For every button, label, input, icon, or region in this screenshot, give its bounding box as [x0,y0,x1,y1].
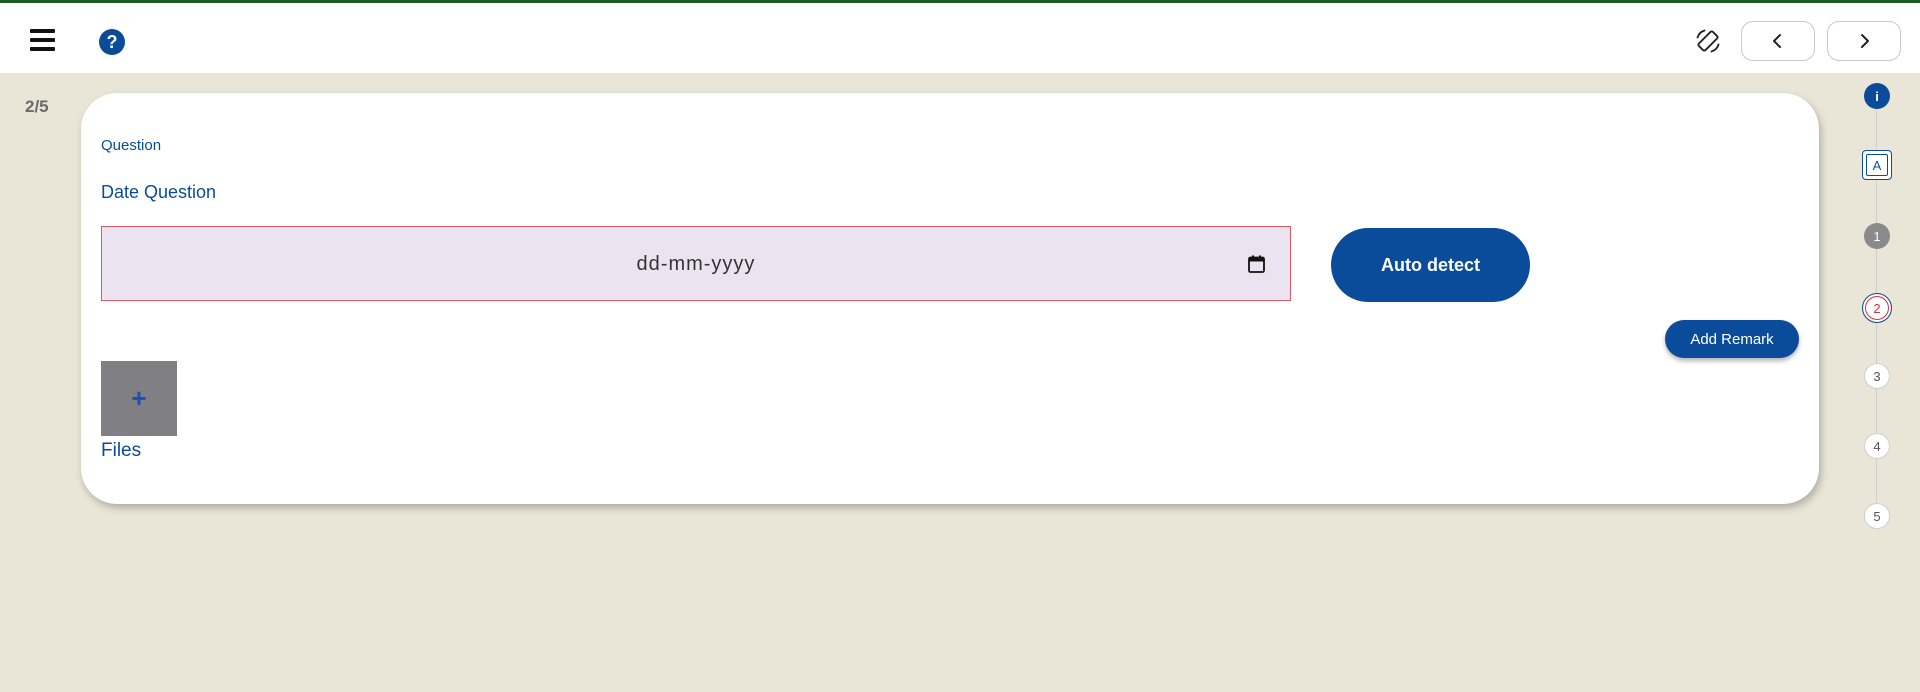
next-button[interactable] [1827,21,1901,61]
question-card: Question Date Question dd-mm-yyyy Auto d… [81,93,1819,504]
add-remark-button[interactable]: Add Remark [1665,320,1799,358]
add-file-button[interactable]: + [101,361,177,436]
chevron-left-icon [1773,34,1781,48]
top-bar: ? [0,0,1920,73]
help-icon[interactable]: ? [99,29,125,55]
question-stepper: i A 1 2 3 4 5 [1861,80,1893,529]
date-placeholder: dd-mm-yyyy [636,253,756,275]
stepper-item-4[interactable]: 4 [1864,433,1890,459]
calendar-icon[interactable] [1248,255,1265,273]
stepper-item-a-label: A [1866,154,1888,176]
stepper-item-1[interactable]: 1 [1864,223,1890,249]
stepper-info-icon[interactable]: i [1864,83,1890,109]
auto-detect-button[interactable]: Auto detect [1331,228,1530,302]
stepper-item-a[interactable]: A [1862,150,1892,180]
chevron-right-icon [1861,34,1869,48]
previous-button[interactable] [1741,21,1815,61]
stepper-item-3[interactable]: 3 [1864,363,1890,389]
date-input[interactable]: dd-mm-yyyy [101,226,1291,301]
question-section-label: Question [101,137,162,154]
question-counter: 2/5 [25,97,49,116]
files-label: Files [101,440,142,461]
stepper-item-2-current[interactable]: 2 [1862,293,1892,323]
hamburger-menu-icon[interactable] [27,26,57,54]
screen-rotation-icon[interactable] [1694,27,1722,55]
stepper-item-5[interactable]: 5 [1864,503,1890,529]
question-title: Date Question [101,182,217,202]
